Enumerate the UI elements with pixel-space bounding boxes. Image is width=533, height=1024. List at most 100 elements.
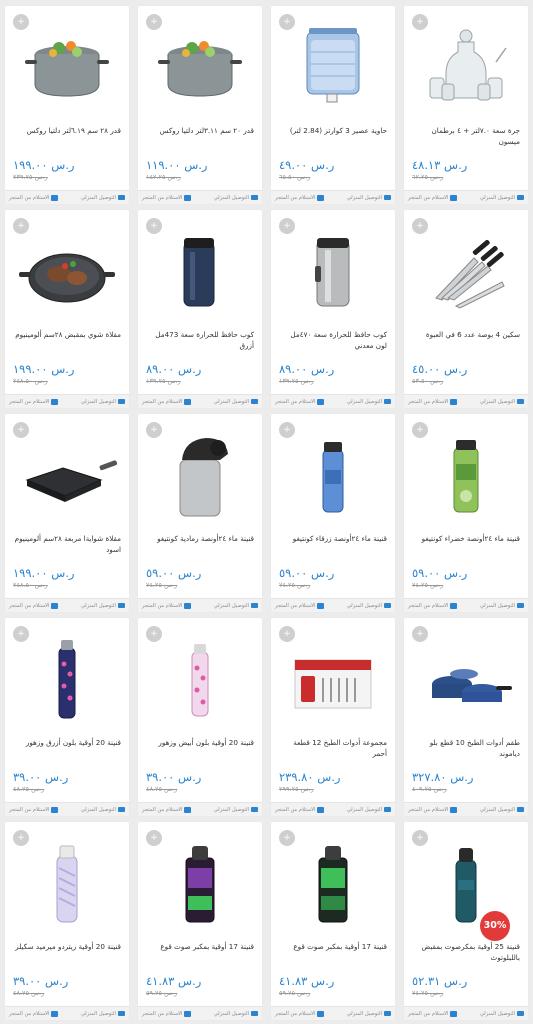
store-icon [184,398,192,405]
product-card[interactable]: + 30% قنينة 25 أوقية بمكرصوت بمقبض باللب… [404,822,528,1020]
product-title[interactable]: سكين 4 بوصة عدد 6 في العبوة [410,329,520,353]
blue-bottle-icon[interactable] [279,430,387,522]
product-card[interactable]: + كوب حافظ للحرارة سعة ٤٧٠مل لون معدني ر… [271,210,395,408]
product-title[interactable]: قنينة 20 أوقية بلون أزرق وزهور [11,737,121,761]
speaker-bottle-green-icon[interactable] [279,838,387,930]
fulfillment-bar: التوصيل المنزلي الاستلام من المتجر [138,190,262,204]
floral-blue-bottle-icon[interactable] [13,634,121,726]
home-delivery-option: التوصيل المنزلي [480,1011,524,1017]
product-title[interactable]: مقلاة شوي بمقبض ٢٨سم ألومينيوم [11,329,121,353]
product-card[interactable]: + جرة سعة ٧.٠لتر + ٤ برطمان ميسون ر.س ٤٨… [404,6,528,204]
grill-pan-icon[interactable] [13,226,121,318]
store-pickup-option: الاستلام من المتجر [142,194,192,201]
home-delivery-option: التوصيل المنزلي [480,399,524,405]
square-pan-icon[interactable] [13,430,121,522]
home-delivery-option: التوصيل المنزلي [214,1011,258,1017]
product-title[interactable]: مقلاة شوايةا مربعة ٢٨سم ألومينيوم اسود [11,533,121,557]
product-title[interactable]: قنينة 17 أوقية بمكبر صوت قوع [144,941,254,965]
blue-tumbler-icon[interactable] [146,226,254,318]
product-title[interactable]: طقم أدوات الطبخ 10 قطع بلو دياموند [410,737,520,761]
truck-icon [384,399,391,404]
home-delivery-option: التوصيل المنزلي [347,195,391,201]
truck-icon [517,807,524,812]
product-card[interactable]: + حاوية عصير 3 كوارتز (2.84 لتر) ر.س ٤٩.… [271,6,395,204]
product-card[interactable]: + قنينة 20 أوقية بلون أزرق وزهور ر.س ٣٩.… [5,618,129,816]
product-card[interactable]: + قنينة 17 أوقية بمكبر صوت قوع ر.س ٤١.٨٣… [271,822,395,1020]
floral-white-bottle-icon[interactable] [146,634,254,726]
delivery-label: التوصيل المنزلي [80,398,116,405]
cooking-pot-icon[interactable] [13,22,121,114]
product-card[interactable]: + سكين 4 بوصة عدد 6 في العبوة ر.س ٤٥.٠٠ … [404,210,528,408]
product-title[interactable]: قنينة 25 أوقية بمكرصوت بمقبض باللبلوتوث [410,941,520,965]
cooking-pot-icon[interactable] [146,22,254,114]
product-card[interactable]: + قدر ٢٠ سم ٣.١١لتر دلتيا روكس ر.س ١١٩.٠… [138,6,262,204]
delivery-label: التوصيل المنزلي [346,806,382,813]
fulfillment-bar: التوصيل المنزلي الاستلام من المتجر [5,598,129,612]
store-pickup-option: الاستلام من المتجر [275,194,325,201]
product-title[interactable]: قنينة ماء ٢٤أونصة زرقاء كونتيغو [277,533,387,557]
product-card[interactable]: + قنينة 20 أوقية ريتردو ميرميد سكيلز ر.س… [5,822,129,1020]
home-delivery-option: التوصيل المنزلي [81,603,125,609]
cookware-set-icon[interactable] [412,634,520,726]
knife-set-icon[interactable] [412,226,520,318]
utensil-box-icon[interactable] [279,634,387,726]
product-title[interactable]: قنينة 20 أوقية بلون أبيض وزهور [144,737,254,761]
product-title[interactable]: قنينة ماء ٢٤أونصة خضراء كونتيغو [410,533,520,557]
fulfillment-bar: التوصيل المنزلي الاستلام من المتجر [271,1006,395,1020]
product-title[interactable]: جرة سعة ٧.٠لتر + ٤ برطمان ميسون [410,125,520,149]
product-card[interactable]: + مقلاة شوايةا مربعة ٢٨سم ألومينيوم اسود… [5,414,129,612]
truck-icon [118,1011,125,1016]
product-title[interactable]: قدر ٢٨ سم ٦.١٩لتر دلتيا روكس [11,125,121,149]
pastel-bottle-icon[interactable] [13,838,121,930]
product-card[interactable]: + قنينة 20 أوقية بلون أبيض وزهور ر.س ٣٩.… [138,618,262,816]
delivery-label: التوصيل المنزلي [80,806,116,813]
product-card[interactable]: + طقم أدوات الطبخ 10 قطع بلو دياموند ر.س… [404,618,528,816]
fulfillment-bar: التوصيل المنزلي الاستلام من المتجر [5,802,129,816]
store-icon [450,398,458,405]
grey-bottle-icon[interactable] [146,430,254,522]
pickup-label: الاستلام من المتجر [275,602,316,609]
steel-tumbler-icon[interactable] [279,226,387,318]
glass-jar-set-icon[interactable] [412,22,520,114]
pickup-label: الاستلام من المتجر [275,806,316,813]
green-bottle-icon[interactable] [412,430,520,522]
product-title[interactable]: كوب حافظ للحرارة سعة 473مل أزرق [144,329,254,353]
truck-icon [384,1011,391,1016]
product-old-price: ر.س ٦٥.٥٠ [279,173,311,181]
product-price: ر.س ٣٩.٠٠ [146,770,202,784]
fulfillment-bar: التوصيل المنزلي الاستلام من المتجر [271,802,395,816]
truck-icon [251,807,258,812]
product-title[interactable]: قنينة 17 أوقية بمكبر صوت قوع [277,941,387,965]
delivery-label: التوصيل المنزلي [80,602,116,609]
product-title[interactable]: مجموعة أدوات الطبخ 12 قطعة أحمر [277,737,387,761]
juice-dispenser-icon[interactable] [279,22,387,114]
speaker-bottle-purple-icon[interactable] [146,838,254,930]
product-card[interactable]: + مجموعة أدوات الطبخ 12 قطعة أحمر ر.س ٢٣… [271,618,395,816]
product-card[interactable]: + مقلاة شوي بمقبض ٢٨سم ألومينيوم ر.س ١٩٩… [5,210,129,408]
product-title[interactable]: قنينة ماء ٢٤أونصة رمادية كونتيغو [144,533,254,557]
product-card[interactable]: + قنينة ماء ٢٤أونصة زرقاء كونتيغو ر.س ٥٩… [271,414,395,612]
delivery-label: التوصيل المنزلي [479,194,515,201]
pickup-label: الاستلام من المتجر [408,806,449,813]
product-old-price: ر.س ٤٨.٧٥ [146,785,178,793]
product-card[interactable]: + كوب حافظ للحرارة سعة 473مل أزرق ر.س ٨٩… [138,210,262,408]
home-delivery-option: التوصيل المنزلي [81,195,125,201]
product-old-price: ر.س ١٣٩.٧٥ [279,377,314,385]
store-icon [317,194,325,201]
product-card[interactable]: + قنينة ماء ٢٤أونصة خضراء كونتيغو ر.س ٥٩… [404,414,528,612]
product-old-price: ر.س ٤٨.٧٥ [13,989,45,997]
store-icon [317,806,325,813]
product-card[interactable]: + قنينة ماء ٢٤أونصة رمادية كونتيغو ر.س ٥… [138,414,262,612]
product-price: ر.س ٥٩.٠٠ [279,566,335,580]
store-icon [317,1010,325,1017]
product-title[interactable]: قدر ٢٠ سم ٣.١١لتر دلتيا روكس [144,125,254,149]
home-delivery-option: التوصيل المنزلي [347,603,391,609]
product-card[interactable]: + قنينة 17 أوقية بمكبر صوت قوع ر.س ٤١.٨٣… [138,822,262,1020]
product-title[interactable]: قنينة 20 أوقية ريتردو ميرميد سكيلز [11,941,121,965]
product-title[interactable]: حاوية عصير 3 كوارتز (2.84 لتر) [277,125,387,149]
product-title[interactable]: كوب حافظ للحرارة سعة ٤٧٠مل لون معدني [277,329,387,353]
pickup-label: الاستلام من المتجر [275,194,316,201]
truck-icon [384,603,391,608]
store-icon [450,602,458,609]
product-card[interactable]: + قدر ٢٨ سم ٦.١٩لتر دلتيا روكس ر.س ١٩٩.٠… [5,6,129,204]
